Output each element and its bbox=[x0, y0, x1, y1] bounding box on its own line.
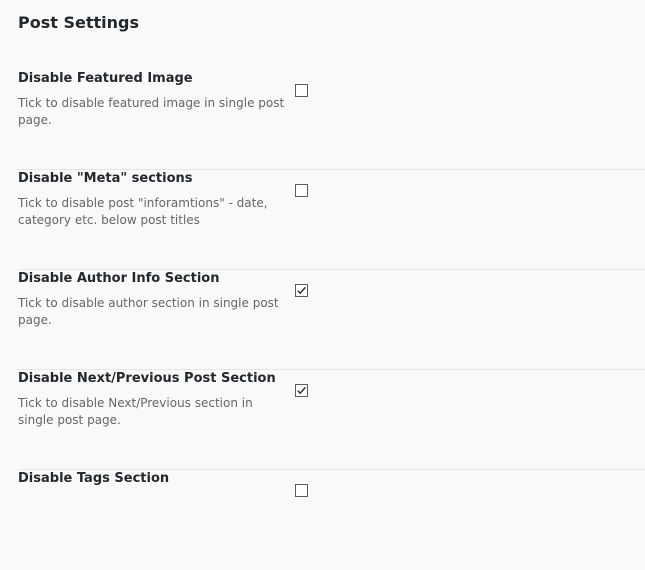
setting-row-disable-author-info: Disable Author Info Section Tick to disa… bbox=[18, 270, 645, 370]
checkmark-icon bbox=[297, 286, 306, 295]
setting-description: Tick to disable featured image in single… bbox=[18, 96, 285, 127]
setting-label: Disable Tags Section bbox=[18, 471, 170, 486]
disable-featured-image-checkbox[interactable] bbox=[295, 84, 308, 97]
disable-meta-sections-checkbox[interactable] bbox=[295, 184, 308, 197]
setting-label: Disable "Meta" sections bbox=[18, 171, 193, 186]
disable-next-previous-checkbox[interactable] bbox=[295, 384, 308, 397]
disable-author-info-checkbox[interactable] bbox=[295, 284, 308, 297]
setting-row-disable-featured-image: Disable Featured Image Tick to disable f… bbox=[18, 70, 645, 170]
setting-label: Disable Next/Previous Post Section bbox=[18, 371, 276, 386]
setting-description: Tick to disable author section in single… bbox=[18, 296, 279, 327]
disable-tags-checkbox[interactable] bbox=[295, 484, 308, 497]
setting-description: Tick to disable Next/Previous section in… bbox=[18, 396, 253, 427]
setting-description: Tick to disable post "inforamtions" - da… bbox=[18, 196, 268, 227]
setting-label: Disable Featured Image bbox=[18, 71, 193, 86]
setting-row-disable-next-previous: Disable Next/Previous Post Section Tick … bbox=[18, 370, 645, 470]
page-title: Post Settings bbox=[18, 13, 139, 32]
setting-label: Disable Author Info Section bbox=[18, 271, 220, 286]
setting-row-disable-tags: Disable Tags Section bbox=[18, 470, 645, 570]
post-settings-panel: Post Settings Disable Featured Image Tic… bbox=[0, 0, 645, 497]
checkmark-icon bbox=[297, 386, 306, 395]
setting-row-disable-meta-sections: Disable "Meta" sections Tick to disable … bbox=[18, 170, 645, 270]
